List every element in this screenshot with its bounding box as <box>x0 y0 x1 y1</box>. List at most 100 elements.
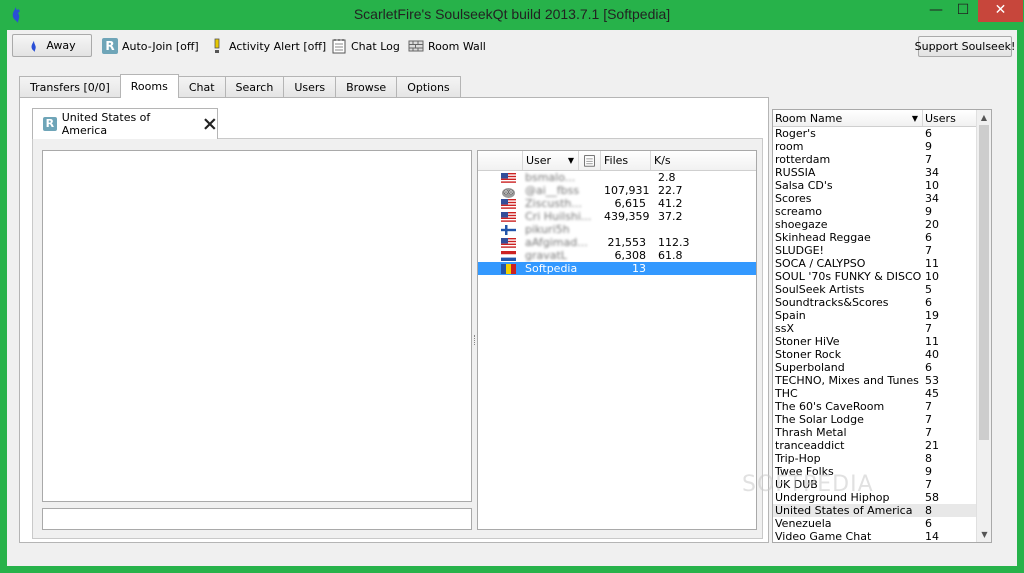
room-row[interactable]: SOCA / CALYPSO 11 <box>773 257 991 270</box>
sort-arrow-icon: ▼ <box>911 114 918 123</box>
support-soulseek-button[interactable]: Support Soulseek! <box>915 36 1015 57</box>
tab-browse[interactable]: Browse <box>335 76 398 98</box>
room-users-count: 34 <box>925 192 939 205</box>
users-header-user[interactable]: User ▼ <box>523 151 579 170</box>
room-row[interactable]: Soundtracks&Scores 6 <box>773 296 991 309</box>
scroll-down-icon[interactable]: ▼ <box>977 527 991 542</box>
room-row[interactable]: The Solar Lodge 7 <box>773 413 991 426</box>
room-row[interactable]: THC 45 <box>773 387 991 400</box>
room-row[interactable]: Trip-Hop 8 <box>773 452 991 465</box>
close-room-icon[interactable] <box>203 117 217 131</box>
room-row[interactable]: Salsa CD's 10 <box>773 179 991 192</box>
minimize-button[interactable]: — <box>922 0 950 22</box>
tab-search[interactable]: Search <box>224 76 285 98</box>
notepad-icon <box>332 39 346 54</box>
room-row[interactable]: Twee Folks 9 <box>773 465 991 478</box>
chat-messages-area[interactable] <box>42 150 472 502</box>
room-row[interactable]: RUSSIA 34 <box>773 166 991 179</box>
auto-join-button[interactable]: R Auto-Join [off] <box>102 38 199 54</box>
chat-input[interactable] <box>42 508 472 530</box>
user-row[interactable]: Cri Huilshi... 439,359 37.2 <box>478 210 756 223</box>
room-name: The Solar Lodge <box>775 413 864 426</box>
scroll-thumb[interactable] <box>979 125 989 440</box>
room-name: Roger's <box>775 127 816 140</box>
room-users-list: User ▼ Files K/s bsmalo... 2.8 @ai__fbss 10… <box>477 150 757 530</box>
user-speed: 22.7 <box>658 184 683 197</box>
bird-icon <box>31 40 37 52</box>
room-row[interactable]: Roger's 6 <box>773 127 991 140</box>
room-r-icon: R <box>102 38 118 54</box>
users-header-notes[interactable] <box>579 151 601 170</box>
user-name: @ai__fbss <box>525 184 580 197</box>
tab-options[interactable]: Options <box>396 76 461 98</box>
user-row[interactable]: bsmalo... 2.8 <box>478 171 756 184</box>
tab-transfers[interactable]: Transfers [0/0] <box>19 76 121 98</box>
user-row[interactable]: @ai__fbss 107,931 22.7 <box>478 184 756 198</box>
users-header-flag[interactable] <box>478 151 523 170</box>
room-name: SOCA / CALYPSO <box>775 257 866 270</box>
chat-log-button[interactable]: Chat Log <box>331 38 400 54</box>
room-row[interactable]: Superboland 6 <box>773 361 991 374</box>
rooms-header-name[interactable]: Room Name ▼ <box>773 110 923 126</box>
room-row[interactable]: rotterdam 7 <box>773 153 991 166</box>
room-row[interactable]: room 9 <box>773 140 991 153</box>
room-users-count: 11 <box>925 257 939 270</box>
room-wall-button[interactable]: Room Wall <box>408 38 486 54</box>
room-row[interactable]: Video Game Chat 14 <box>773 530 991 542</box>
room-row[interactable]: shoegaze 20 <box>773 218 991 231</box>
room-row[interactable]: ssX 7 <box>773 322 991 335</box>
room-name: Soundtracks&Scores <box>775 296 889 309</box>
room-name: tranceaddict <box>775 439 845 452</box>
activity-alert-button[interactable]: Activity Alert [off] <box>209 38 326 54</box>
user-row[interactable]: gravatL 6,308 61.8 <box>478 249 756 262</box>
room-row[interactable]: Stoner HiVe 11 <box>773 335 991 348</box>
users-header-files[interactable]: Files <box>601 151 651 170</box>
user-name: Softpedia <box>525 262 578 275</box>
user-row[interactable]: Ziscusth... 6,615 41.2 <box>478 197 756 210</box>
room-row[interactable]: Underground Hiphop 58 <box>773 491 991 504</box>
room-users-count: 9 <box>925 205 932 218</box>
room-row[interactable]: United States of America 8 <box>773 504 991 517</box>
tab-chat[interactable]: Chat <box>177 76 226 98</box>
room-row[interactable]: tranceaddict 21 <box>773 439 991 452</box>
room-row[interactable]: Venezuela 6 <box>773 517 991 530</box>
room-row[interactable]: SOUL '70s FUNKY & DISCO! 10 <box>773 270 991 283</box>
room-row[interactable]: Spain 19 <box>773 309 991 322</box>
maximize-button[interactable]: ☐ <box>950 0 976 22</box>
tab-users[interactable]: Users <box>283 76 337 98</box>
scroll-up-icon[interactable]: ▲ <box>977 110 991 125</box>
room-tab-united-states[interactable]: R United States of America <box>32 108 218 139</box>
away-button[interactable]: Away <box>12 34 92 57</box>
flag-cell <box>478 249 523 262</box>
room-row[interactable]: Skinhead Reggae 6 <box>773 231 991 244</box>
room-row[interactable]: screamo 9 <box>773 205 991 218</box>
rooms-header-users[interactable]: Users <box>923 110 977 126</box>
room-name: shoegaze <box>775 218 828 231</box>
flag-cell <box>478 184 523 198</box>
notepad-icon <box>584 155 595 167</box>
room-row[interactable]: Stoner Rock 40 <box>773 348 991 361</box>
user-row[interactable]: aAfgimad... 21,553 112.3 <box>478 236 756 249</box>
room-row[interactable]: UK DUB 7 <box>773 478 991 491</box>
close-button[interactable]: ✕ <box>978 0 1023 22</box>
rooms-scrollbar[interactable]: ▲ ▼ <box>976 110 991 542</box>
user-speed <box>654 223 694 236</box>
room-name: Venezuela <box>775 517 832 530</box>
room-row[interactable]: The 60's CaveRoom 7 <box>773 400 991 413</box>
room-row[interactable]: SLUDGE! 7 <box>773 244 991 257</box>
user-files: 439,359 <box>604 210 650 223</box>
room-users-count: 10 <box>925 270 939 283</box>
room-row[interactable]: SoulSeek Artists 5 <box>773 283 991 296</box>
tab-rooms[interactable]: Rooms <box>119 74 179 98</box>
room-name: room <box>775 140 804 153</box>
nl-flag-icon <box>501 251 516 261</box>
room-row[interactable]: Thrash Metal 7 <box>773 426 991 439</box>
us-flag-icon <box>501 212 516 222</box>
user-row[interactable]: Softpedia 13 <box>478 262 756 275</box>
room-name: Superboland <box>775 361 845 374</box>
room-row[interactable]: TECHNO, Mixes and Tunes 53 <box>773 374 991 387</box>
user-row[interactable]: pikuri5h <box>478 223 756 236</box>
room-row[interactable]: Scores 34 <box>773 192 991 205</box>
room-name: rotterdam <box>775 153 831 166</box>
users-header-speed[interactable]: K/s <box>651 151 756 170</box>
